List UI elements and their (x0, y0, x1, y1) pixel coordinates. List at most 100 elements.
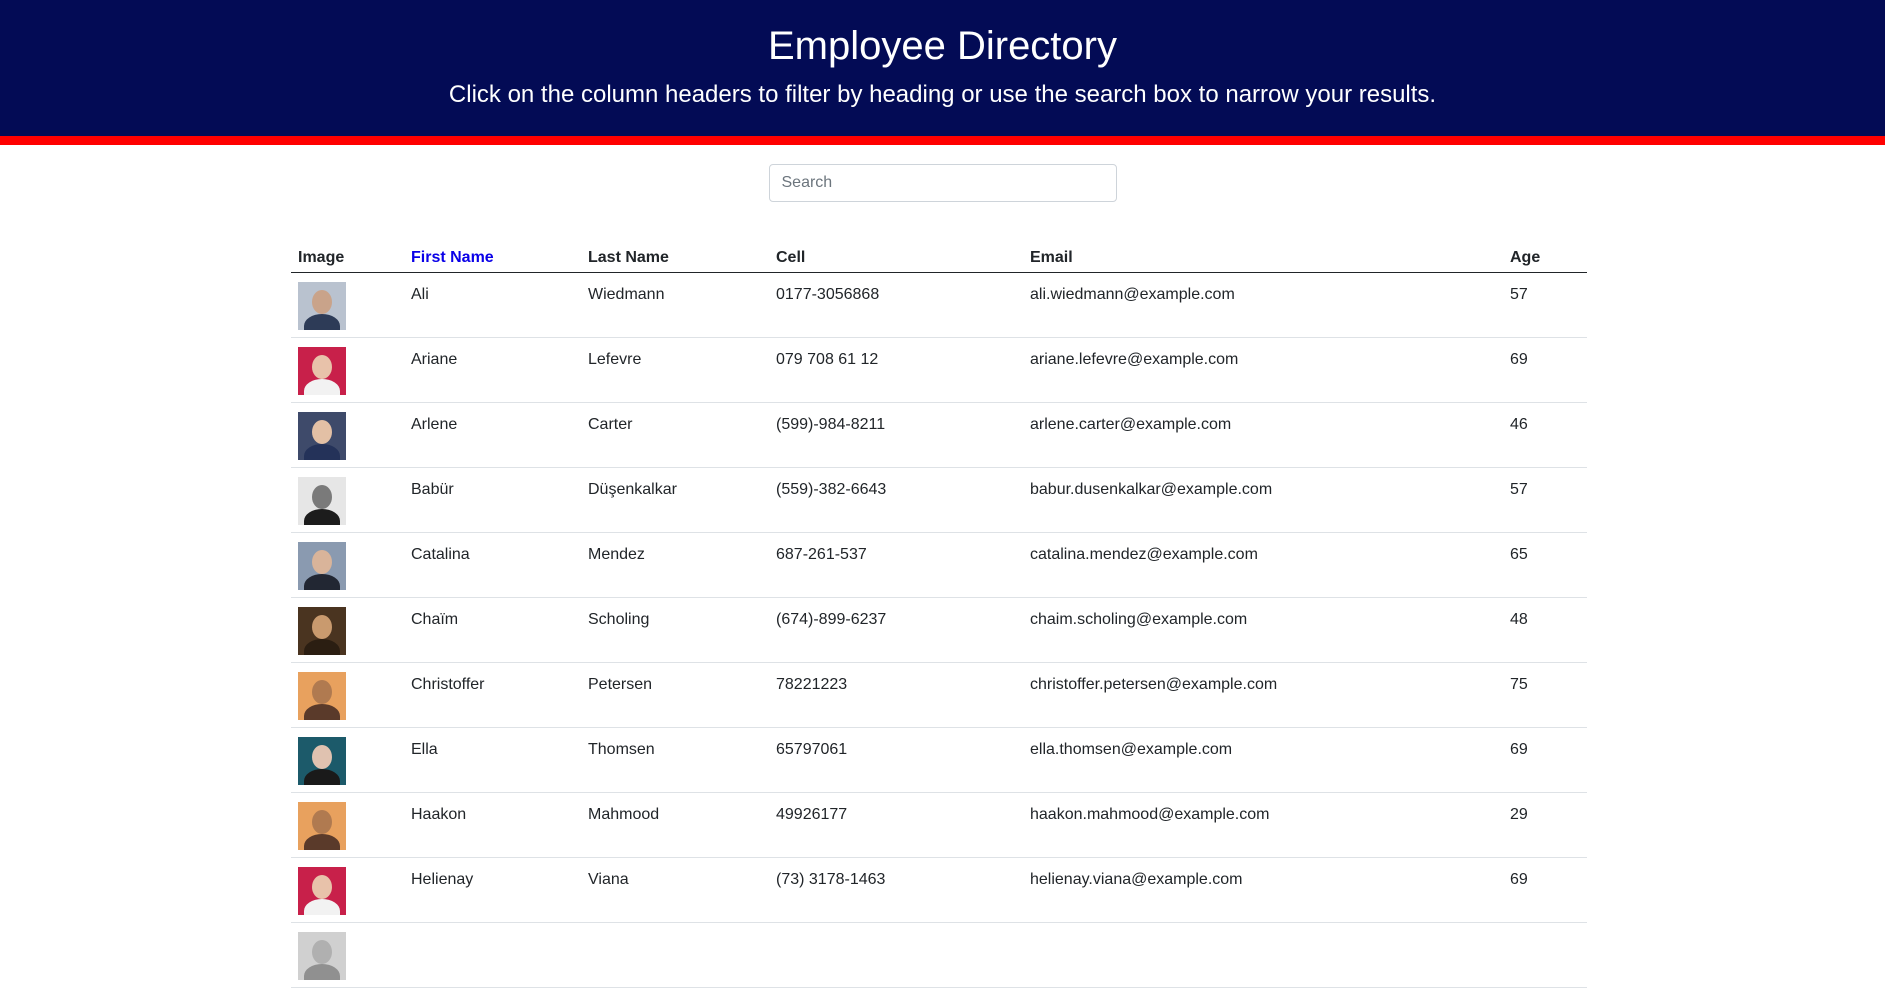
avatar (298, 281, 346, 330)
avatar-body (304, 378, 340, 395)
cell-last-name: Düşenkalkar (581, 467, 769, 533)
cell-email: catalina.mendez@example.com (1023, 532, 1503, 598)
cell-first-name: Ali (404, 272, 581, 338)
cell-age (1503, 922, 1587, 988)
column-header-last-name[interactable]: Last Name (581, 231, 769, 273)
cell-first-name (404, 922, 581, 988)
table-row: Haakon Mahmood 49926177 haakon.mahmood@exam… (291, 792, 1587, 858)
cell-email: chaim.scholing@example.com (1023, 597, 1503, 663)
table-row: Ali Wiedmann 0177-3056868 ali.wiedmann@exam… (291, 272, 1587, 338)
cell-last-name: Mahmood (581, 792, 769, 858)
avatar-body (304, 508, 340, 525)
avatar-head (312, 549, 332, 574)
table-header-row: Image First Name Last Name Cell Email Ag… (291, 231, 1587, 273)
cell-first-name: Helienay (404, 857, 581, 923)
avatar-body (304, 703, 340, 720)
page-header: Employee Directory Click on the column h… (0, 0, 1885, 145)
avatar (298, 931, 346, 980)
avatar-body (304, 313, 340, 330)
cell-image (291, 402, 404, 468)
table-row: Catalina Mendez 687-261-537 catalina.mendez… (291, 532, 1587, 598)
cell-image (291, 337, 404, 403)
avatar (298, 866, 346, 915)
avatar-body (304, 638, 340, 655)
cell-first-name: Christoffer (404, 662, 581, 728)
avatar-head (312, 419, 332, 444)
avatar (298, 736, 346, 785)
table-row: Arlene Carter (599)-984-8211 arlene.carter@… (291, 402, 1587, 468)
avatar (298, 671, 346, 720)
column-header-email[interactable]: Email (1023, 231, 1503, 273)
cell-age: 69 (1503, 727, 1587, 793)
column-header-image[interactable]: Image (291, 231, 404, 273)
cell-image (291, 597, 404, 663)
employee-table-container: Image First Name Last Name Cell Email Ag… (291, 231, 1587, 988)
avatar-body (304, 898, 340, 915)
table-row: Babür Düşenkalkar (559)-382-6643 babur.duse… (291, 467, 1587, 533)
cell-phone: 687-261-537 (769, 532, 1023, 598)
cell-email: ella.thomsen@example.com (1023, 727, 1503, 793)
avatar-body (304, 443, 340, 460)
cell-last-name: Mendez (581, 532, 769, 598)
cell-last-name (581, 922, 769, 988)
page-title: Employee Directory (767, 24, 1117, 68)
cell-first-name: Ariane (404, 337, 581, 403)
cell-phone (769, 922, 1023, 988)
column-header-age[interactable]: Age (1503, 231, 1587, 273)
table-row: Christoffer Petersen 78221223 christoffer.p… (291, 662, 1587, 728)
cell-first-name: Arlene (404, 402, 581, 468)
cell-age: 65 (1503, 532, 1587, 598)
cell-email: babur.dusenkalkar@example.com (1023, 467, 1503, 533)
cell-age: 48 (1503, 597, 1587, 663)
table-body: Ali Wiedmann 0177-3056868 ali.wiedmann@exam… (291, 272, 1587, 988)
cell-last-name: Thomsen (581, 727, 769, 793)
cell-image (291, 467, 404, 533)
avatar-head (312, 939, 332, 964)
avatar (298, 411, 346, 460)
cell-image (291, 792, 404, 858)
cell-image (291, 922, 404, 988)
avatar-head (312, 484, 332, 509)
cell-last-name: Scholing (581, 597, 769, 663)
cell-email: ariane.lefevre@example.com (1023, 337, 1503, 403)
avatar-body (304, 573, 340, 590)
column-header-cell[interactable]: Cell (769, 231, 1023, 273)
table-row (291, 922, 1587, 988)
cell-last-name: Carter (581, 402, 769, 468)
cell-last-name: Wiedmann (581, 272, 769, 338)
table-row: Chaïm Scholing (674)-899-6237 chaim.scholin… (291, 597, 1587, 663)
cell-phone: 49926177 (769, 792, 1023, 858)
avatar (298, 606, 346, 655)
cell-phone: (674)-899-6237 (769, 597, 1023, 663)
cell-phone: 78221223 (769, 662, 1023, 728)
cell-age: 57 (1503, 272, 1587, 338)
table-header: Image First Name Last Name Cell Email Ag… (291, 231, 1587, 273)
cell-first-name: Ella (404, 727, 581, 793)
column-header-first-name[interactable]: First Name (404, 231, 581, 273)
cell-email: arlene.carter@example.com (1023, 402, 1503, 468)
cell-email: helienay.viana@example.com (1023, 857, 1503, 923)
cell-image (291, 727, 404, 793)
cell-age: 46 (1503, 402, 1587, 468)
table-row: Ariane Lefevre 079 708 61 12 ariane.lefevre… (291, 337, 1587, 403)
cell-age: 69 (1503, 857, 1587, 923)
cell-age: 75 (1503, 662, 1587, 728)
page-subtitle: Click on the column headers to filter by… (448, 81, 1437, 108)
cell-last-name: Viana (581, 857, 769, 923)
cell-last-name: Petersen (581, 662, 769, 728)
cell-age: 69 (1503, 337, 1587, 403)
cell-first-name: Catalina (404, 532, 581, 598)
cell-phone: 079 708 61 12 (769, 337, 1023, 403)
table-row: Ella Thomsen 65797061 ella.thomsen@example.… (291, 727, 1587, 793)
avatar-head (312, 744, 332, 769)
cell-image (291, 272, 404, 338)
avatar-body (304, 963, 340, 980)
cell-first-name: Chaïm (404, 597, 581, 663)
cell-last-name: Lefevre (581, 337, 769, 403)
avatar-head (312, 809, 332, 834)
avatar-head (312, 354, 332, 379)
search-input[interactable] (768, 164, 1117, 202)
cell-email: christoffer.petersen@example.com (1023, 662, 1503, 728)
cell-phone: (73) 3178-1463 (769, 857, 1023, 923)
avatar-body (304, 833, 340, 850)
